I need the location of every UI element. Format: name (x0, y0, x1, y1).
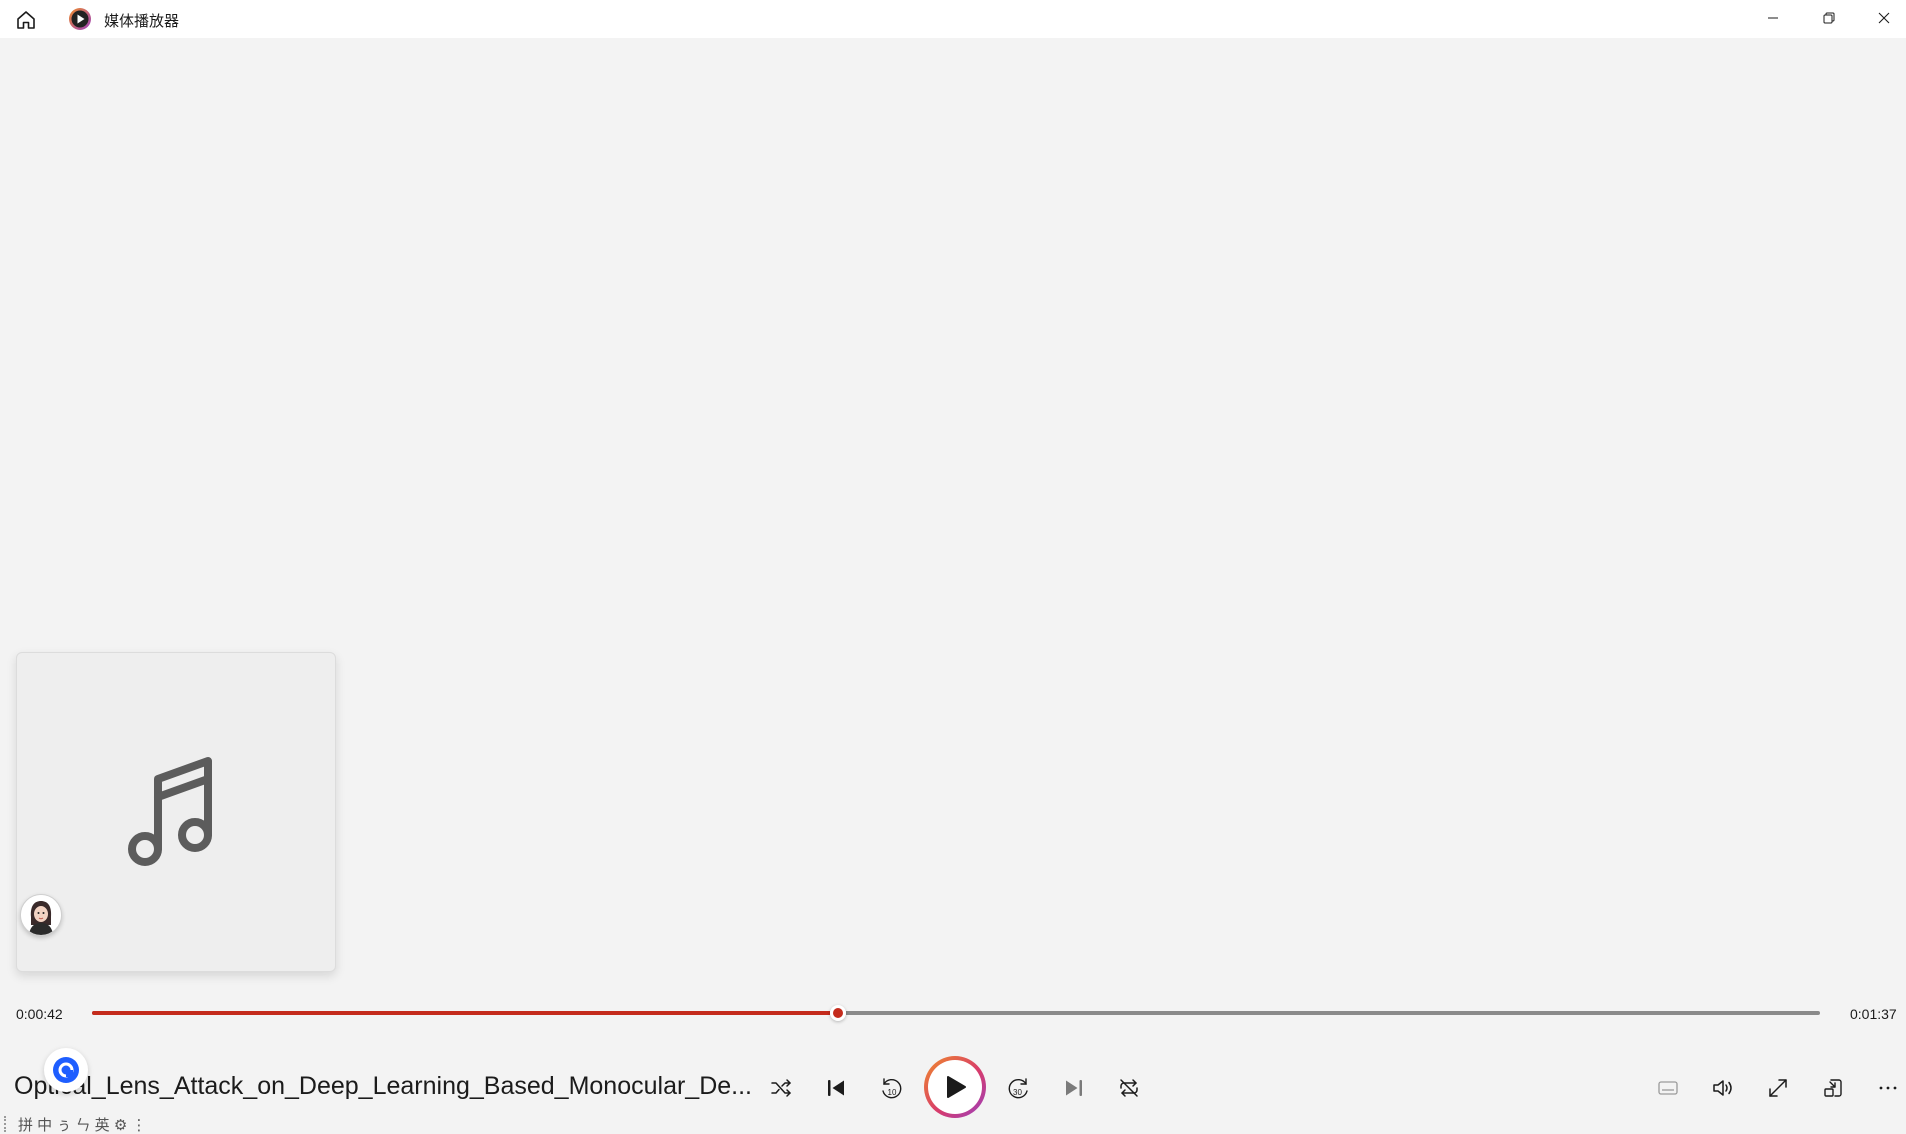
fullscreen-icon (1769, 1079, 1787, 1097)
skip-back-10-button[interactable]: 10 (871, 1068, 911, 1108)
skip-forward-30-icon: 30 (1008, 1078, 1028, 1099)
minimize-button[interactable] (1750, 0, 1796, 36)
minimize-icon (1768, 17, 1778, 19)
current-time: 0:00:42 (16, 1006, 63, 1022)
now-playing-title[interactable]: Optical_Lens_Attack_on_Deep_Learning_Bas… (14, 1072, 752, 1101)
close-icon (1878, 12, 1890, 24)
restore-icon (1823, 12, 1835, 24)
skip-back-10-icon: 10 (882, 1078, 902, 1099)
total-time: 0:01:37 (1850, 1006, 1897, 1022)
play-icon (947, 1076, 966, 1098)
app-title: 媒体播放器 (104, 13, 180, 30)
fullscreen-button[interactable] (1758, 1068, 1798, 1108)
home-icon (17, 11, 35, 29)
shuffle-button[interactable] (761, 1068, 801, 1108)
mini-player-icon (1824, 1079, 1842, 1097)
restore-button[interactable] (1806, 0, 1852, 36)
repeat-button[interactable] (1109, 1068, 1149, 1108)
seek-progress (92, 1011, 838, 1015)
assistant-chip[interactable] (44, 1048, 88, 1092)
volume-button[interactable] (1703, 1068, 1743, 1108)
ime-toolbar-text: 拼 中 ぅ ㄣ 英 ⚙ ⋮ (18, 1116, 147, 1134)
drag-grip[interactable] (4, 1116, 8, 1132)
shuffle-icon (771, 1079, 791, 1097)
more-options-icon (1879, 1086, 1897, 1090)
seek-slider[interactable] (92, 1000, 1820, 1026)
previous-track-icon (828, 1080, 844, 1096)
svg-text:30: 30 (1013, 1088, 1022, 1097)
music-note-icon (128, 757, 212, 866)
svg-text:10: 10 (888, 1088, 897, 1097)
user-avatar-icon (21, 895, 61, 935)
mini-player-button[interactable] (1813, 1068, 1853, 1108)
next-button[interactable] (1054, 1068, 1094, 1108)
captions-icon (1658, 1081, 1678, 1095)
previous-button[interactable] (816, 1068, 856, 1108)
skip-forward-30-button[interactable]: 30 (999, 1068, 1039, 1108)
more-options-button[interactable] (1868, 1068, 1906, 1108)
play-button[interactable] (924, 1056, 986, 1118)
play-button-inner (928, 1060, 982, 1114)
repeat-off-icon (1120, 1079, 1138, 1097)
ime-toolbar[interactable]: 拼 中 ぅ ㄣ 英 ⚙ ⋮ (4, 1114, 194, 1134)
avatar[interactable] (20, 894, 62, 936)
album-art[interactable] (16, 652, 336, 972)
volume-icon (1713, 1080, 1732, 1096)
seek-thumb[interactable] (830, 1005, 846, 1021)
next-track-icon (1066, 1080, 1082, 1096)
media-player-logo-icon (68, 7, 92, 31)
assistant-logo-icon (53, 1057, 79, 1083)
title-bar: 媒体播放器 (0, 0, 1906, 38)
home-button[interactable] (10, 4, 42, 36)
captions-button[interactable] (1648, 1068, 1688, 1108)
close-button[interactable] (1862, 0, 1906, 36)
